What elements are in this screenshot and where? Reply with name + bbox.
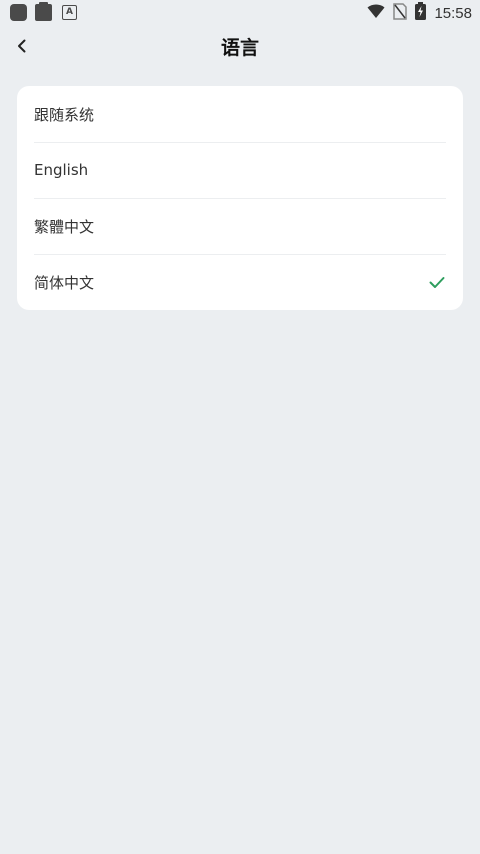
page-title: 语言 (220, 37, 259, 59)
status-time: 15:58 (434, 4, 472, 22)
clipboard-icon (35, 2, 52, 21)
no-sim-icon (393, 2, 408, 24)
header: 语言 (0, 26, 480, 70)
status-bar-system: 15:58 (367, 2, 472, 24)
language-option-label: English (34, 161, 89, 179)
language-option-label: 繁體中文 (34, 217, 95, 236)
language-options-card: 跟随系统 English 繁體中文 简体中文 (17, 86, 463, 310)
language-option-simplified-chinese[interactable]: 简体中文 (17, 254, 463, 310)
language-option-traditional-chinese[interactable]: 繁體中文 (17, 198, 463, 254)
language-option-english[interactable]: English (17, 142, 463, 198)
status-bar-notifications: A (10, 2, 77, 21)
a-icon: A (62, 5, 77, 20)
language-option-label: 简体中文 (34, 273, 95, 292)
language-option-label: 跟随系统 (34, 105, 95, 124)
app-icon (10, 4, 27, 21)
language-option-follow-system[interactable]: 跟随系统 (17, 86, 463, 142)
battery-charging-icon (415, 2, 427, 24)
status-bar: A 15:58 (0, 0, 480, 26)
check-icon (428, 273, 446, 291)
wifi-icon (367, 3, 385, 23)
